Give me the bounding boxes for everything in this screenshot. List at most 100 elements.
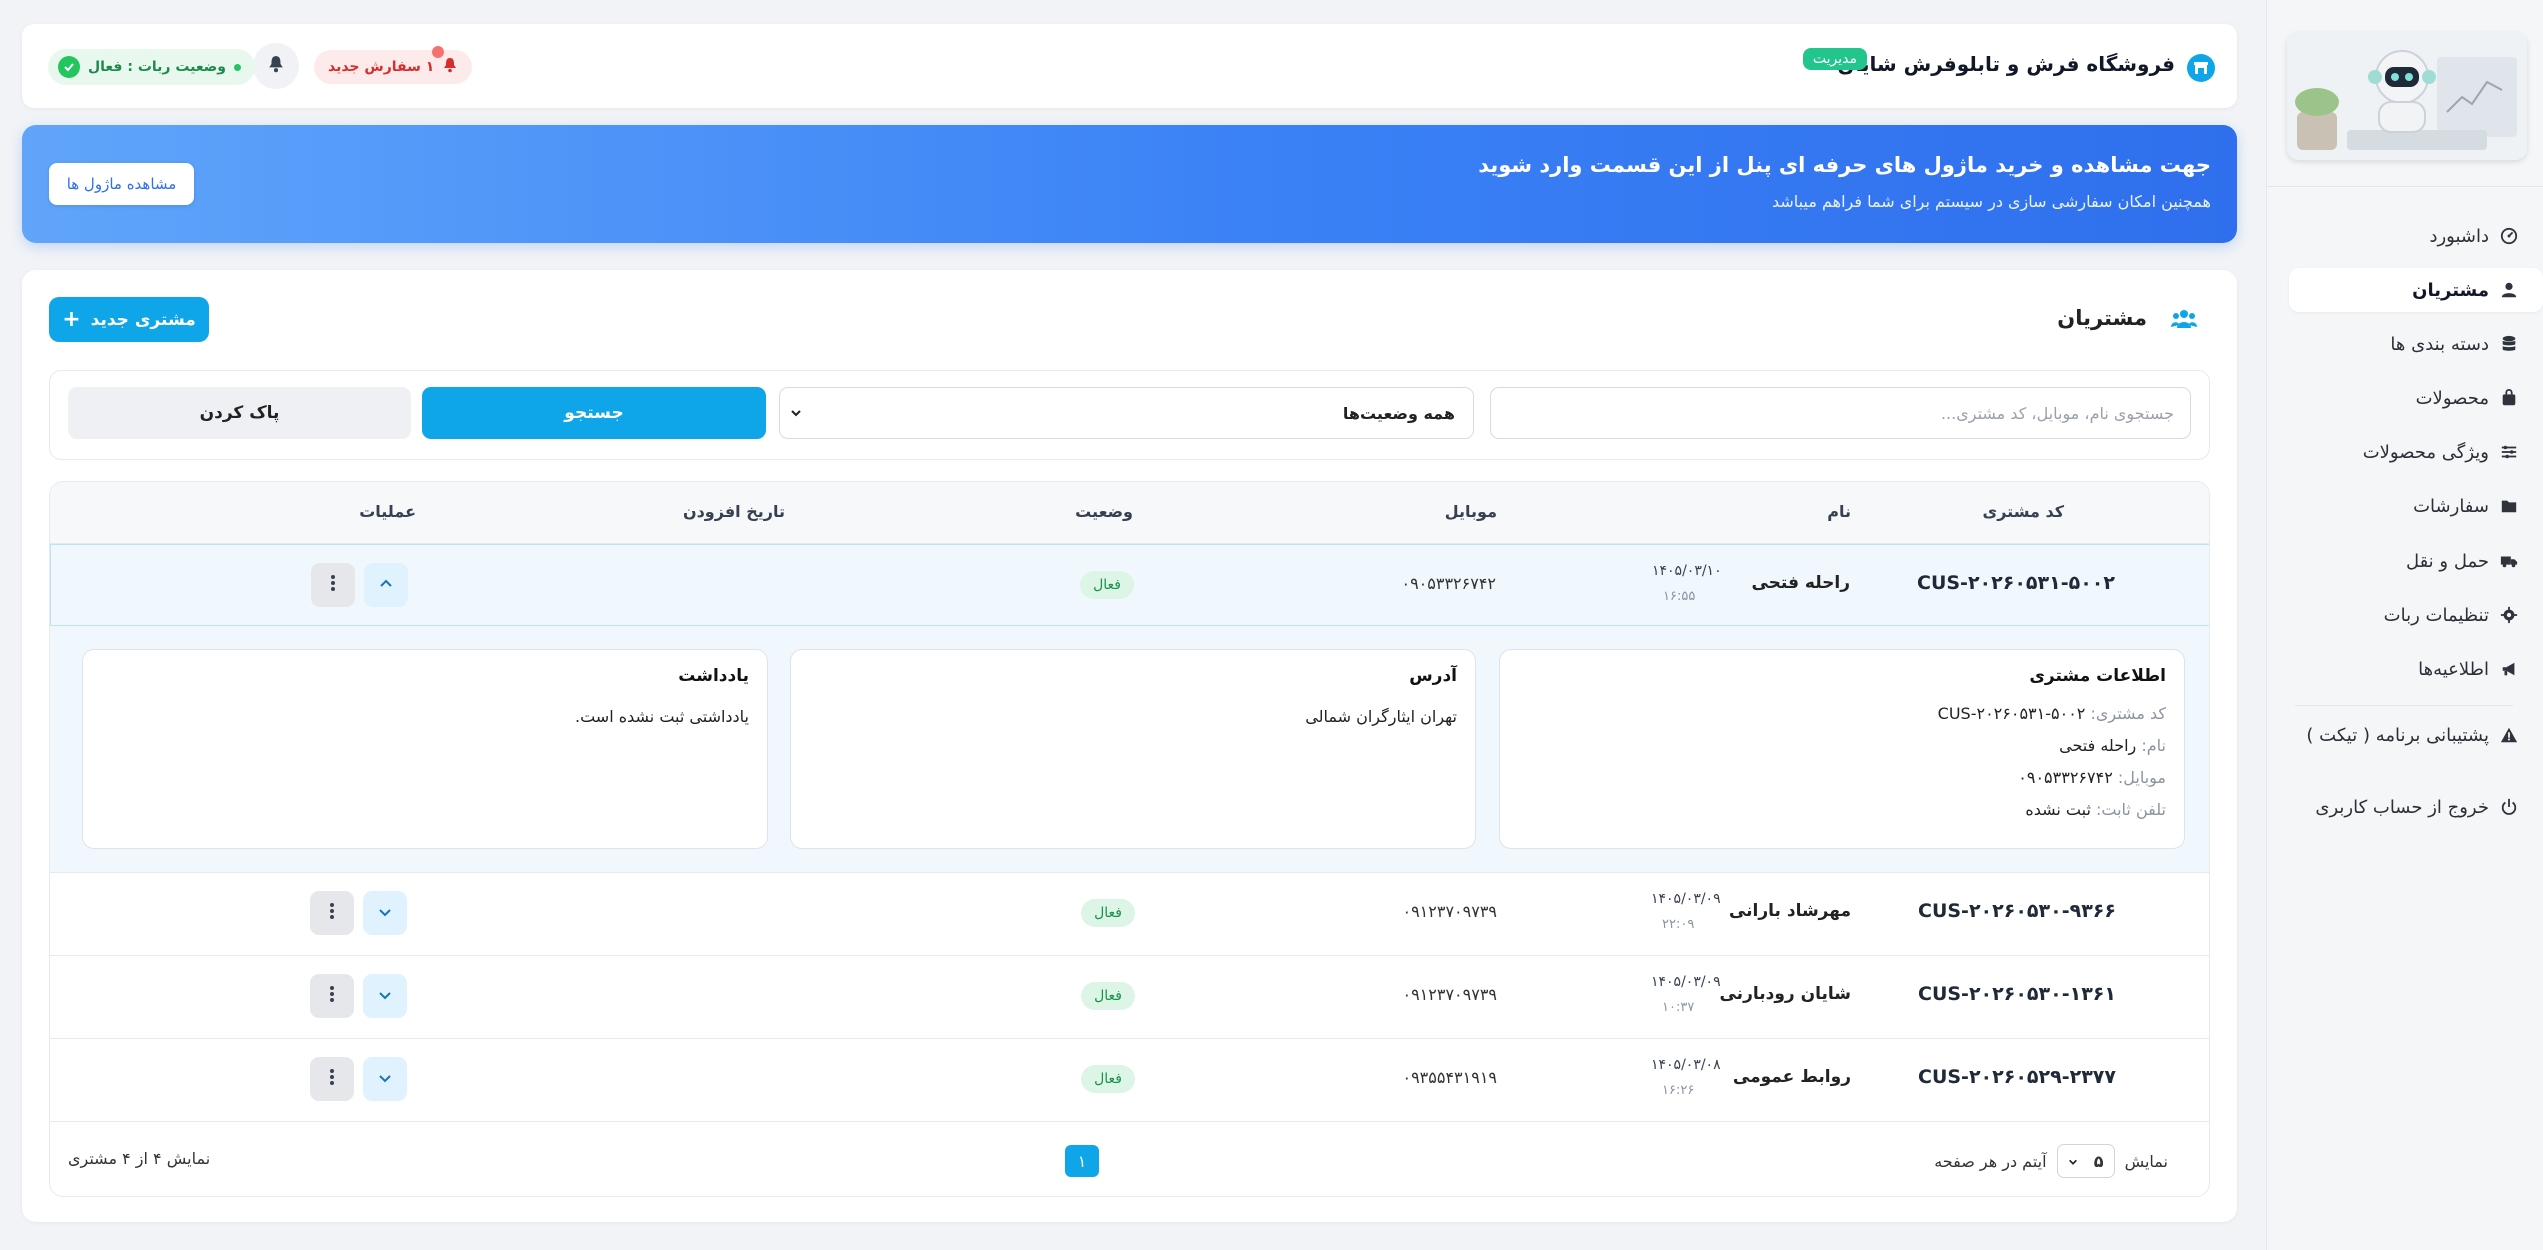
search-input[interactable] [1490, 387, 2191, 439]
customer-mobile: ۰۹۰۵۳۳۲۶۷۴۲ [1401, 574, 1496, 593]
megaphone-icon [2499, 659, 2519, 679]
detail-code-value: CUS-۲۰۲۶۰۵۳۱-۵۰۰۲ [1937, 704, 2086, 723]
table-row[interactable]: CUS-۲۰۲۶۰۵۳۰-۹۳۶۶ مهرشاد بارانی ۰۹۱۲۳۷۰۹… [50, 873, 2209, 956]
per-page-select[interactable]: ۵ [2056, 1144, 2115, 1178]
sidebar-item-bot-settings[interactable]: تنظیمات ربات [2289, 593, 2543, 637]
detail-mobile: موبایل: ۰۹۰۵۳۳۲۶۷۴۲ [2018, 768, 2166, 787]
sidebar-item-dashboard[interactable]: داشبورد [2289, 214, 2543, 258]
detail-mobile-label: موبایل: [2117, 768, 2166, 787]
customer-code: CUS-۲۰۲۶۰۵۳۰-۹۳۶۶ [1918, 900, 2116, 922]
sidebar-item-announcements[interactable]: اطلاعیه‌ها [2289, 647, 2543, 691]
sidebar-item-categories[interactable]: دسته بندی ها [2289, 322, 2543, 366]
more-options-button[interactable] [310, 974, 354, 1018]
page-button-current[interactable]: ۱ [1065, 1145, 1099, 1177]
address-value: تهران ایثارگران شمالی [1305, 707, 1457, 726]
warning-icon [2499, 725, 2519, 745]
new-customer-label: مشتری جدید [90, 309, 196, 330]
more-vertical-icon [329, 985, 335, 1007]
note-title: یادداشت [678, 666, 749, 686]
detail-code-label: کد مشتری: [2090, 704, 2166, 723]
banner-title: جهت مشاهده و خرید ماژول های حرفه ای پنل … [1478, 153, 2211, 177]
sidebar-item-label: خروج از حساب کاربری [2315, 796, 2489, 818]
expand-button[interactable] [363, 974, 407, 1018]
expand-button[interactable] [363, 891, 407, 935]
customer-info-title: اطلاعات مشتری [2029, 666, 2166, 686]
address-title: آدرس [1409, 666, 1457, 686]
gear-icon [2499, 605, 2519, 625]
sidebar: داشبورد مشتریان دسته بندی ها محصولات ویژ… [2266, 0, 2543, 1250]
notifications-button[interactable] [253, 43, 299, 89]
bell-alert-icon [442, 57, 458, 77]
sidebar-item-products[interactable]: محصولات [2289, 376, 2543, 420]
sidebar-item-label: حمل و نقل [2405, 550, 2489, 572]
sidebar-item-product-attributes[interactable]: ویژگی محصولات [2289, 430, 2543, 474]
per-page-value: ۵ [2093, 1151, 2104, 1171]
detail-name-value: راحله فتحی [2059, 736, 2137, 755]
customer-name: راحله فتحی [1751, 573, 1850, 593]
status-dot [234, 63, 242, 71]
table-row[interactable]: CUS-۲۰۲۶۰۵۳۰-۱۳۶۱ شایان رودبارنی ۰۹۱۲۳۷۰… [50, 956, 2209, 1039]
customer-mobile: ۰۹۳۵۵۴۳۱۹۱۹ [1402, 1068, 1497, 1087]
detail-code: کد مشتری: CUS-۲۰۲۶۰۵۳۱-۵۰۰۲ [1938, 704, 2166, 723]
banner-subtitle: همچنین امکان سفارشی سازی در سیستم برای ش… [1771, 192, 2211, 211]
status-badge: فعال [1081, 1065, 1135, 1093]
status-badge: فعال [1081, 899, 1135, 927]
sidebar-item-label: اطلاعیه‌ها [2418, 658, 2489, 680]
sidebar-item-shipping[interactable]: حمل و نقل [2289, 539, 2543, 583]
new-orders-label: ۱ سفارش جدید [328, 59, 435, 75]
store-name: فروشگاه فرش و تابلوفرش شایان [1837, 52, 2175, 76]
time-added: ۲۲:۰۹ [1662, 917, 1695, 932]
more-options-button[interactable] [310, 891, 354, 935]
view-modules-button[interactable]: مشاهده ماژول ها [49, 163, 194, 205]
new-orders-chip[interactable]: ۱ سفارش جدید [314, 46, 473, 84]
table-row[interactable]: CUS-۲۰۲۶۰۵۳۱-۵۰۰۲ راحله فتحی ۰۹۰۵۳۳۲۶۷۴۲… [50, 544, 2209, 626]
per-page-control: نمایش ۵ آیتم در هر صفحه [1934, 1144, 2168, 1178]
sidebar-item-logout[interactable]: خروج از حساب کاربری [2289, 785, 2543, 829]
column-name: نام [1827, 502, 1851, 521]
sidebar-item-label: پشتیبانی برنامه ( تیکت ) [2306, 724, 2489, 746]
table-footer: نمایش ۵ آیتم در هر صفحه ۱ نمایش ۴ از ۴ م… [50, 1124, 2209, 1196]
detail-name: نام: راحله فتحی [2059, 736, 2166, 755]
admin-badge: مدیریت [1802, 48, 1867, 70]
time-added: ۱۶:۲۶ [1662, 1083, 1695, 1098]
customer-code: CUS-۲۰۲۶۰۵۳۱-۵۰۰۲ [1917, 572, 2115, 594]
sidebar-item-orders[interactable]: سفارشات [2289, 484, 2543, 528]
notification-dot [432, 46, 444, 58]
users-icon [2171, 310, 2197, 328]
new-customer-button[interactable]: مشتری جدید + [49, 297, 209, 342]
sidebar-divider [2295, 705, 2513, 706]
sidebar-item-support[interactable]: پشتیبانی برنامه ( تیکت ) [2289, 713, 2543, 757]
search-button[interactable]: جستجو [422, 387, 766, 439]
robot-banner-image [2287, 32, 2527, 160]
more-options-button[interactable] [310, 1057, 354, 1101]
chevron-down-icon [2068, 1152, 2078, 1171]
chevron-down-icon [378, 987, 392, 1006]
customer-name: روابط عمومی [1732, 1067, 1851, 1087]
user-icon [2499, 280, 2519, 300]
status-select[interactable]: همه وضعیت‌ها [779, 387, 1474, 439]
sidebar-item-label: سفارشات [2413, 495, 2489, 517]
customer-name: شایان رودبارنی [1719, 984, 1851, 1004]
status-badge: فعال [1081, 982, 1135, 1010]
sidebar-item-label: تنظیمات ربات [2383, 604, 2489, 626]
customer-details-panel: اطلاعات مشتری کد مشتری: CUS-۲۰۲۶۰۵۳۱-۵۰۰… [50, 626, 2209, 873]
detail-phone-value: ثبت نشده [2025, 800, 2091, 819]
more-vertical-icon [329, 1068, 335, 1090]
sliders-icon [2499, 442, 2519, 462]
date-added: ۱۴۰۵/۰۳/۰۹ [1651, 974, 1721, 990]
bot-status-label: وضعیت ربات : فعال [88, 59, 227, 75]
collapse-button[interactable] [364, 563, 408, 607]
chevron-down-icon [378, 904, 392, 923]
sidebar-item-customers[interactable]: مشتریان [2289, 268, 2543, 312]
per-page-label: آیتم در هر صفحه [1934, 1151, 2047, 1171]
expand-button[interactable] [363, 1057, 407, 1101]
customers-panel: مشتریان مشتری جدید + همه وضعیت‌ها جستجو … [22, 270, 2237, 1222]
time-added: ۱۶:۵۵ [1663, 589, 1696, 604]
customer-code: CUS-۲۰۲۶۰۵۲۹-۲۳۷۷ [1918, 1066, 2116, 1088]
more-options-button[interactable] [311, 563, 355, 607]
detail-name-label: نام: [2141, 736, 2166, 755]
clear-button[interactable]: پاک کردن [68, 387, 411, 439]
column-code: کد مشتری [1982, 502, 2064, 521]
table-row[interactable]: CUS-۲۰۲۶۰۵۲۹-۲۳۷۷ روابط عمومی ۰۹۳۵۵۴۳۱۹۱… [50, 1039, 2209, 1122]
pagination-summary: نمایش ۴ از ۴ مشتری [68, 1149, 211, 1168]
